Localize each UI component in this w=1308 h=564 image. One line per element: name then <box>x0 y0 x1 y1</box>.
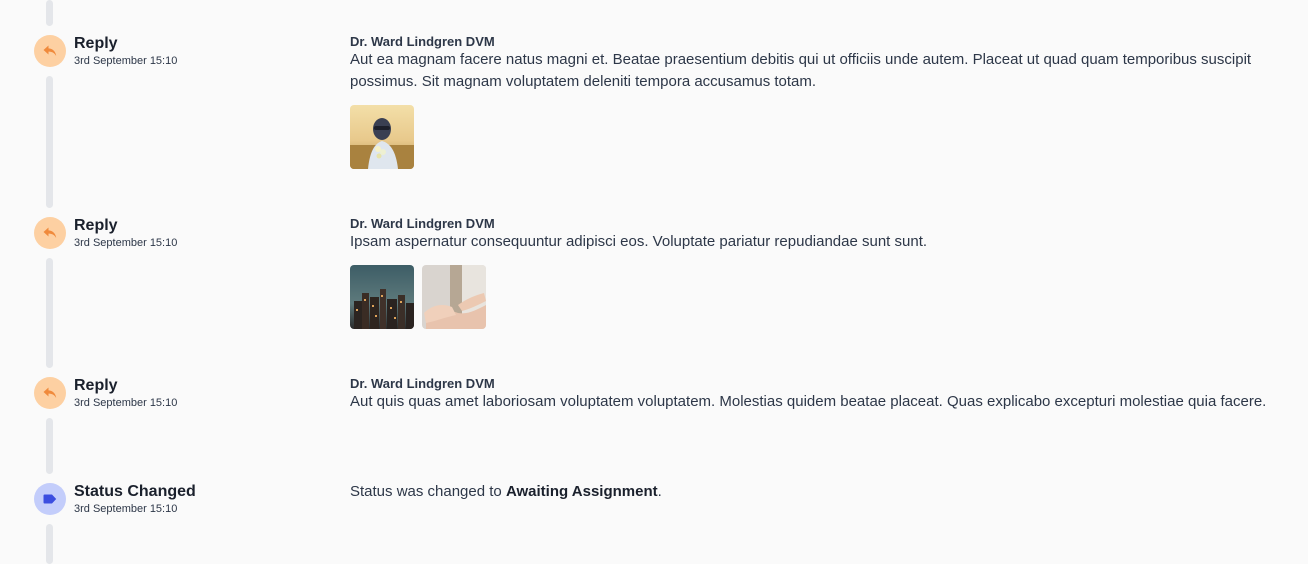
timeline-line <box>46 418 53 474</box>
reply-author: Dr. Ward Lindgren DVM <box>350 216 495 231</box>
timeline-line <box>46 76 53 208</box>
reply-event-marker <box>34 217 66 249</box>
reply-message: Ipsam aspernatur consequuntur adipisci e… <box>350 233 928 250</box>
attachment-thumbnail[interactable] <box>422 265 486 329</box>
reply-arrow-icon <box>43 227 57 238</box>
attachment-thumbnail[interactable] <box>350 265 414 329</box>
event-type-label: Reply <box>74 377 118 394</box>
status-value: Awaiting Assignment <box>505 483 658 500</box>
event-timestamp: 3rd September 15:10 <box>74 55 178 67</box>
event-timestamp: 3rd September 15:10 <box>74 397 178 409</box>
reply-arrow-icon <box>43 45 57 56</box>
tag-icon <box>43 494 57 504</box>
event-timestamp: 3rd September 15:10 <box>74 503 178 515</box>
timeline-line <box>46 524 53 564</box>
event-type-label: Status Changed <box>74 483 196 500</box>
reply-arrow-icon <box>43 387 57 398</box>
reply-message: Aut ea magnam facere natus magni et. Bea… <box>350 51 1252 90</box>
timeline-line <box>46 0 53 26</box>
timeline-line <box>46 258 53 368</box>
status-message-suffix: . <box>657 483 662 500</box>
reply-message: Aut quis quas amet laboriosam voluptatem… <box>350 393 1267 410</box>
attachment-thumbnail[interactable] <box>350 105 414 169</box>
reply-event-marker <box>34 377 66 409</box>
event-timestamp: 3rd September 15:10 <box>74 237 178 249</box>
event-type-label: Reply <box>74 217 118 234</box>
reply-author: Dr. Ward Lindgren DVM <box>350 376 495 391</box>
status-message-prefix: Status was changed to <box>350 483 506 500</box>
reply-author: Dr. Ward Lindgren DVM <box>350 34 495 49</box>
status-message: Status was changed to Awaiting Assignmen… <box>350 481 1280 503</box>
reply-event-marker <box>34 35 66 67</box>
event-type-label: Reply <box>74 35 118 52</box>
status-event-marker <box>34 483 66 515</box>
